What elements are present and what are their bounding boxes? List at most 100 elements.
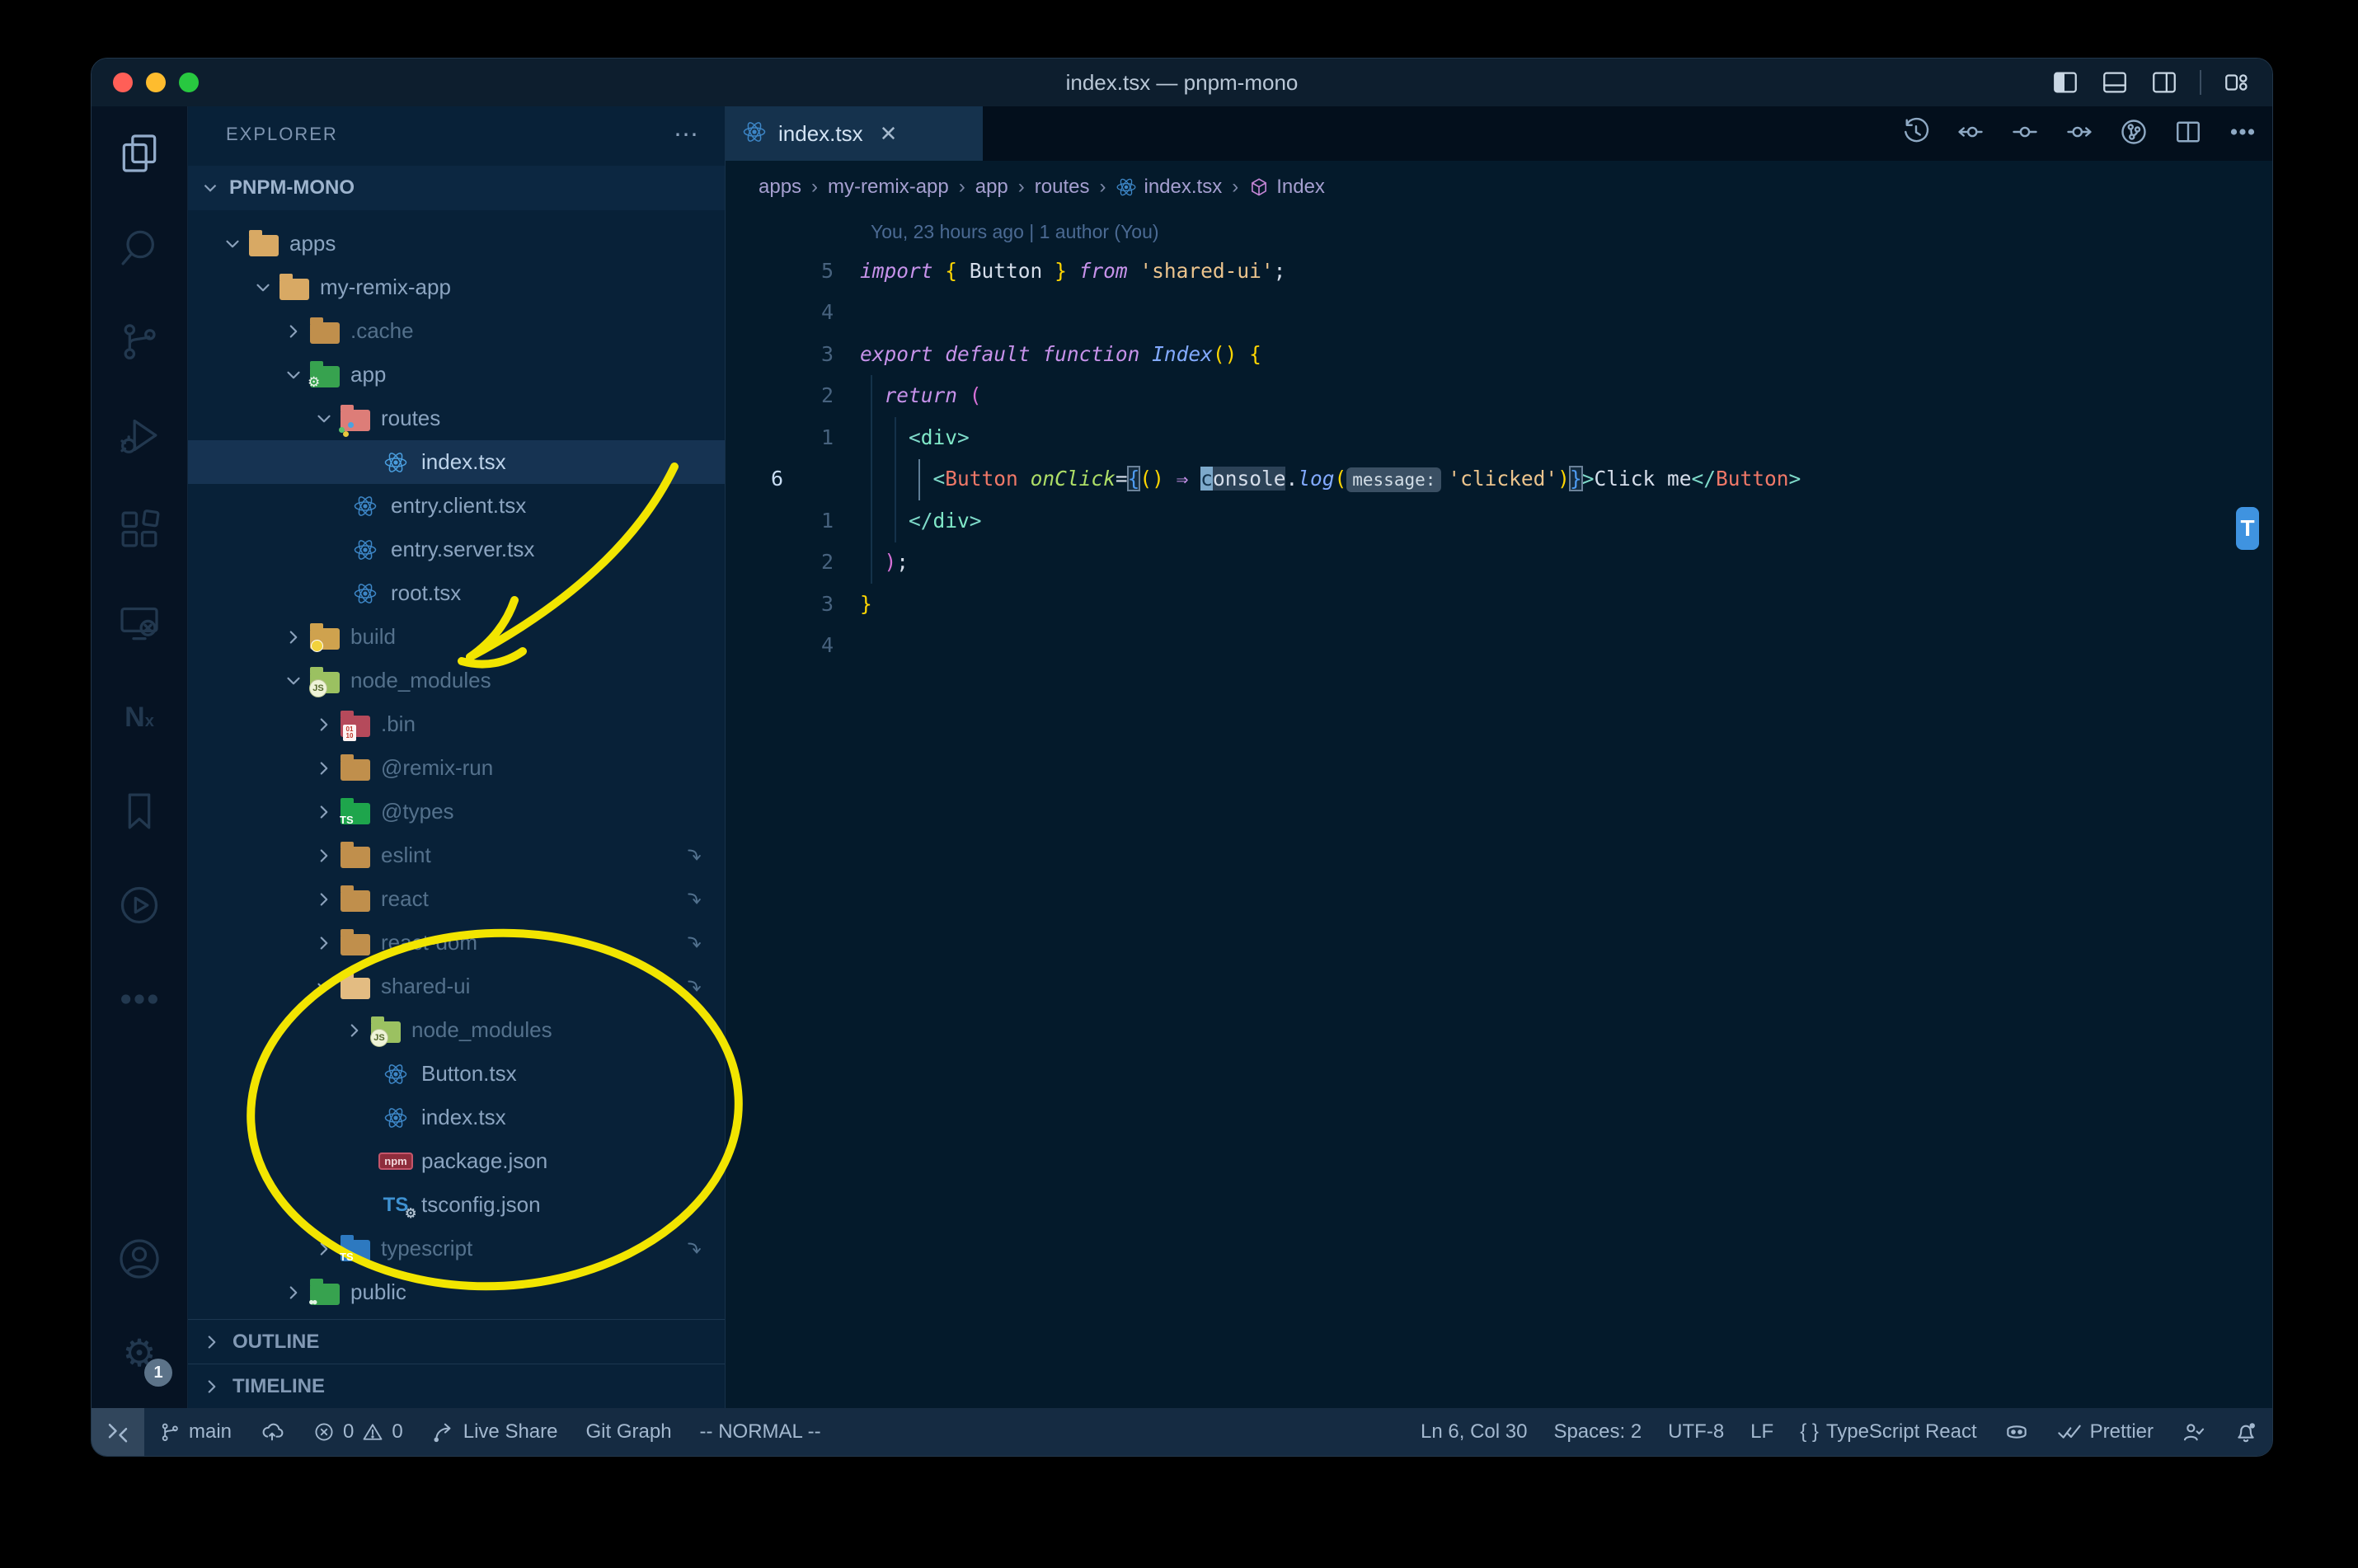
- status-git-graph[interactable]: Git Graph: [572, 1408, 686, 1456]
- breadcrumb-item-apps[interactable]: apps: [759, 176, 801, 199]
- code-line[interactable]: 2 return (: [726, 375, 2272, 417]
- status-prettier[interactable]: Prettier: [2043, 1408, 2167, 1456]
- status--normal-[interactable]: -- NORMAL --: [686, 1408, 835, 1456]
- commit-graph-icon[interactable]: [2119, 117, 2149, 151]
- split-editor-icon[interactable]: [2173, 117, 2203, 151]
- close-tab-icon[interactable]: ✕: [880, 121, 898, 147]
- cloud-upload-icon[interactable]: [246, 1408, 298, 1456]
- accounts-icon[interactable]: [92, 1212, 187, 1306]
- code-line[interactable]: 1 <div>: [726, 416, 2272, 458]
- remote-explorer-icon[interactable]: [92, 576, 187, 670]
- code-editor[interactable]: You, 23 hours ago | 1 author (You) 5 impo…: [726, 214, 2272, 1408]
- history-icon[interactable]: [1901, 117, 1931, 151]
- explorer-icon[interactable]: [92, 106, 187, 200]
- breadcrumb-item-Index[interactable]: Index: [1248, 176, 1325, 199]
- search-icon[interactable]: [92, 200, 187, 294]
- settings-gear-icon[interactable]: ⚙ 1: [92, 1306, 187, 1400]
- status-lf[interactable]: LF: [1737, 1408, 1787, 1456]
- code-line[interactable]: 3 export default function Index() {: [726, 333, 2272, 375]
- line-number[interactable]: 4: [726, 300, 860, 324]
- toggle-blame-icon[interactable]: [2010, 117, 2040, 151]
- line-number[interactable]: 4: [726, 633, 860, 657]
- source-control-icon[interactable]: [92, 294, 187, 388]
- tree-item-root.tsx[interactable]: root.tsx: [188, 571, 725, 615]
- extensions-icon[interactable]: [92, 482, 187, 576]
- code-line[interactable]: 3}: [726, 583, 2272, 625]
- tree-item-@types[interactable]: TS @types: [188, 790, 725, 833]
- code-line[interactable]: 2 );: [726, 542, 2272, 584]
- tree-item-my-remix-app[interactable]: my-remix-app: [188, 265, 725, 309]
- tree-item-typescript[interactable]: TS typescript: [188, 1227, 725, 1270]
- status-main[interactable]: main: [144, 1408, 246, 1456]
- line-number[interactable]: 5: [726, 259, 860, 283]
- minimize-window-button[interactable]: [146, 73, 166, 92]
- panel-header-outline[interactable]: OUTLINE: [188, 1319, 725, 1364]
- tree-item-build[interactable]: build: [188, 615, 725, 659]
- toggle-panel-icon[interactable]: [2101, 68, 2129, 96]
- line-number[interactable]: 1: [726, 425, 860, 449]
- person-check-icon[interactable]: [2167, 1408, 2219, 1456]
- status-spaces-2[interactable]: Spaces: 2: [1540, 1408, 1655, 1456]
- more-actions-icon[interactable]: [2228, 117, 2257, 151]
- breadcrumb-item-app[interactable]: app: [975, 176, 1008, 199]
- breadcrumb-item-my-remix-app[interactable]: my-remix-app: [828, 176, 949, 199]
- tree-item-.bin[interactable]: 01 10 .bin: [188, 702, 725, 746]
- line-number[interactable]: 3: [726, 592, 860, 616]
- bell-icon[interactable]: [2219, 1408, 2272, 1456]
- tree-item-Button.tsx[interactable]: Button.tsx: [188, 1052, 725, 1096]
- tree-item-tsconfig.json[interactable]: TS ⚙ tsconfig.json: [188, 1183, 725, 1227]
- toggle-sidebar-icon[interactable]: [2051, 68, 2079, 96]
- remote-icon[interactable]: [92, 1408, 144, 1456]
- code-runner-icon[interactable]: [92, 858, 187, 952]
- more-icon[interactable]: [92, 952, 187, 1046]
- nx-console-icon[interactable]: Nx: [92, 670, 187, 764]
- status-live-share[interactable]: Live Share: [417, 1408, 572, 1456]
- tree-item-react-dom[interactable]: react-dom: [188, 921, 725, 965]
- code-line[interactable]: 4: [726, 625, 2272, 667]
- tree-item-.cache[interactable]: .cache: [188, 309, 725, 353]
- tab-index-tsx[interactable]: index.tsx ✕: [726, 106, 983, 161]
- tree-item-public[interactable]: ●● public: [188, 1270, 725, 1314]
- line-number[interactable]: 2: [726, 383, 860, 407]
- code-line[interactable]: 6 <Button onClick={() ⇒ console.log(mess…: [726, 458, 2272, 500]
- code-line[interactable]: 1 </div>: [726, 500, 2272, 542]
- tree-item-package.json[interactable]: npm package.json: [188, 1139, 725, 1183]
- code-line[interactable]: 5 import { Button } from 'shared-ui';: [726, 250, 2272, 292]
- line-number[interactable]: 2: [726, 550, 860, 574]
- tree-item-node_modules[interactable]: JS node_modules: [188, 659, 725, 702]
- breadcrumb-item-routes[interactable]: routes: [1035, 176, 1090, 199]
- tree-item-react[interactable]: react: [188, 877, 725, 921]
- run-debug-icon[interactable]: [92, 388, 187, 482]
- copilot-icon[interactable]: [1990, 1408, 2043, 1456]
- line-number[interactable]: 1: [726, 509, 860, 533]
- breadcrumb-item-index.tsx[interactable]: index.tsx: [1116, 176, 1222, 199]
- status-utf-8[interactable]: UTF-8: [1655, 1408, 1737, 1456]
- tree-item-@remix-run[interactable]: @remix-run: [188, 746, 725, 790]
- bookmarks-icon[interactable]: [92, 764, 187, 858]
- editor-overlay-badge[interactable]: T: [2236, 507, 2259, 550]
- tree-item-index.tsx[interactable]: index.tsx: [188, 440, 725, 484]
- workspace-section-header[interactable]: PNPM-MONO: [188, 166, 725, 210]
- code-line[interactable]: 4: [726, 292, 2272, 334]
- customize-layout-icon[interactable]: [2223, 68, 2251, 96]
- panel-header-timeline[interactable]: TIMELINE: [188, 1364, 725, 1408]
- zoom-window-button[interactable]: [179, 73, 199, 92]
- explorer-more-icon[interactable]: ⋯: [674, 120, 700, 149]
- status-0[interactable]: 00: [298, 1408, 417, 1456]
- tree-item-entry.client.tsx[interactable]: entry.client.tsx: [188, 484, 725, 528]
- next-change-icon[interactable]: [2064, 117, 2094, 151]
- line-number[interactable]: 3: [726, 342, 860, 366]
- tree-item-index.tsx[interactable]: index.tsx: [188, 1096, 725, 1139]
- line-number[interactable]: 6: [726, 467, 860, 491]
- tree-item-routes[interactable]: routes: [188, 397, 725, 440]
- tree-item-eslint[interactable]: eslint: [188, 833, 725, 877]
- tree-item-node_modules[interactable]: JS node_modules: [188, 1008, 725, 1052]
- status-typescript-react[interactable]: { } TypeScript React: [1787, 1408, 1989, 1456]
- tree-item-app[interactable]: ⚙ app: [188, 353, 725, 397]
- close-window-button[interactable]: [113, 73, 133, 92]
- toggle-secondary-sidebar-icon[interactable]: [2150, 68, 2178, 96]
- tree-item-apps[interactable]: apps: [188, 222, 725, 265]
- tree-item-entry.server.tsx[interactable]: entry.server.tsx: [188, 528, 725, 571]
- prev-change-icon[interactable]: [1956, 117, 1985, 151]
- tree-item-shared-ui[interactable]: shared-ui: [188, 965, 725, 1008]
